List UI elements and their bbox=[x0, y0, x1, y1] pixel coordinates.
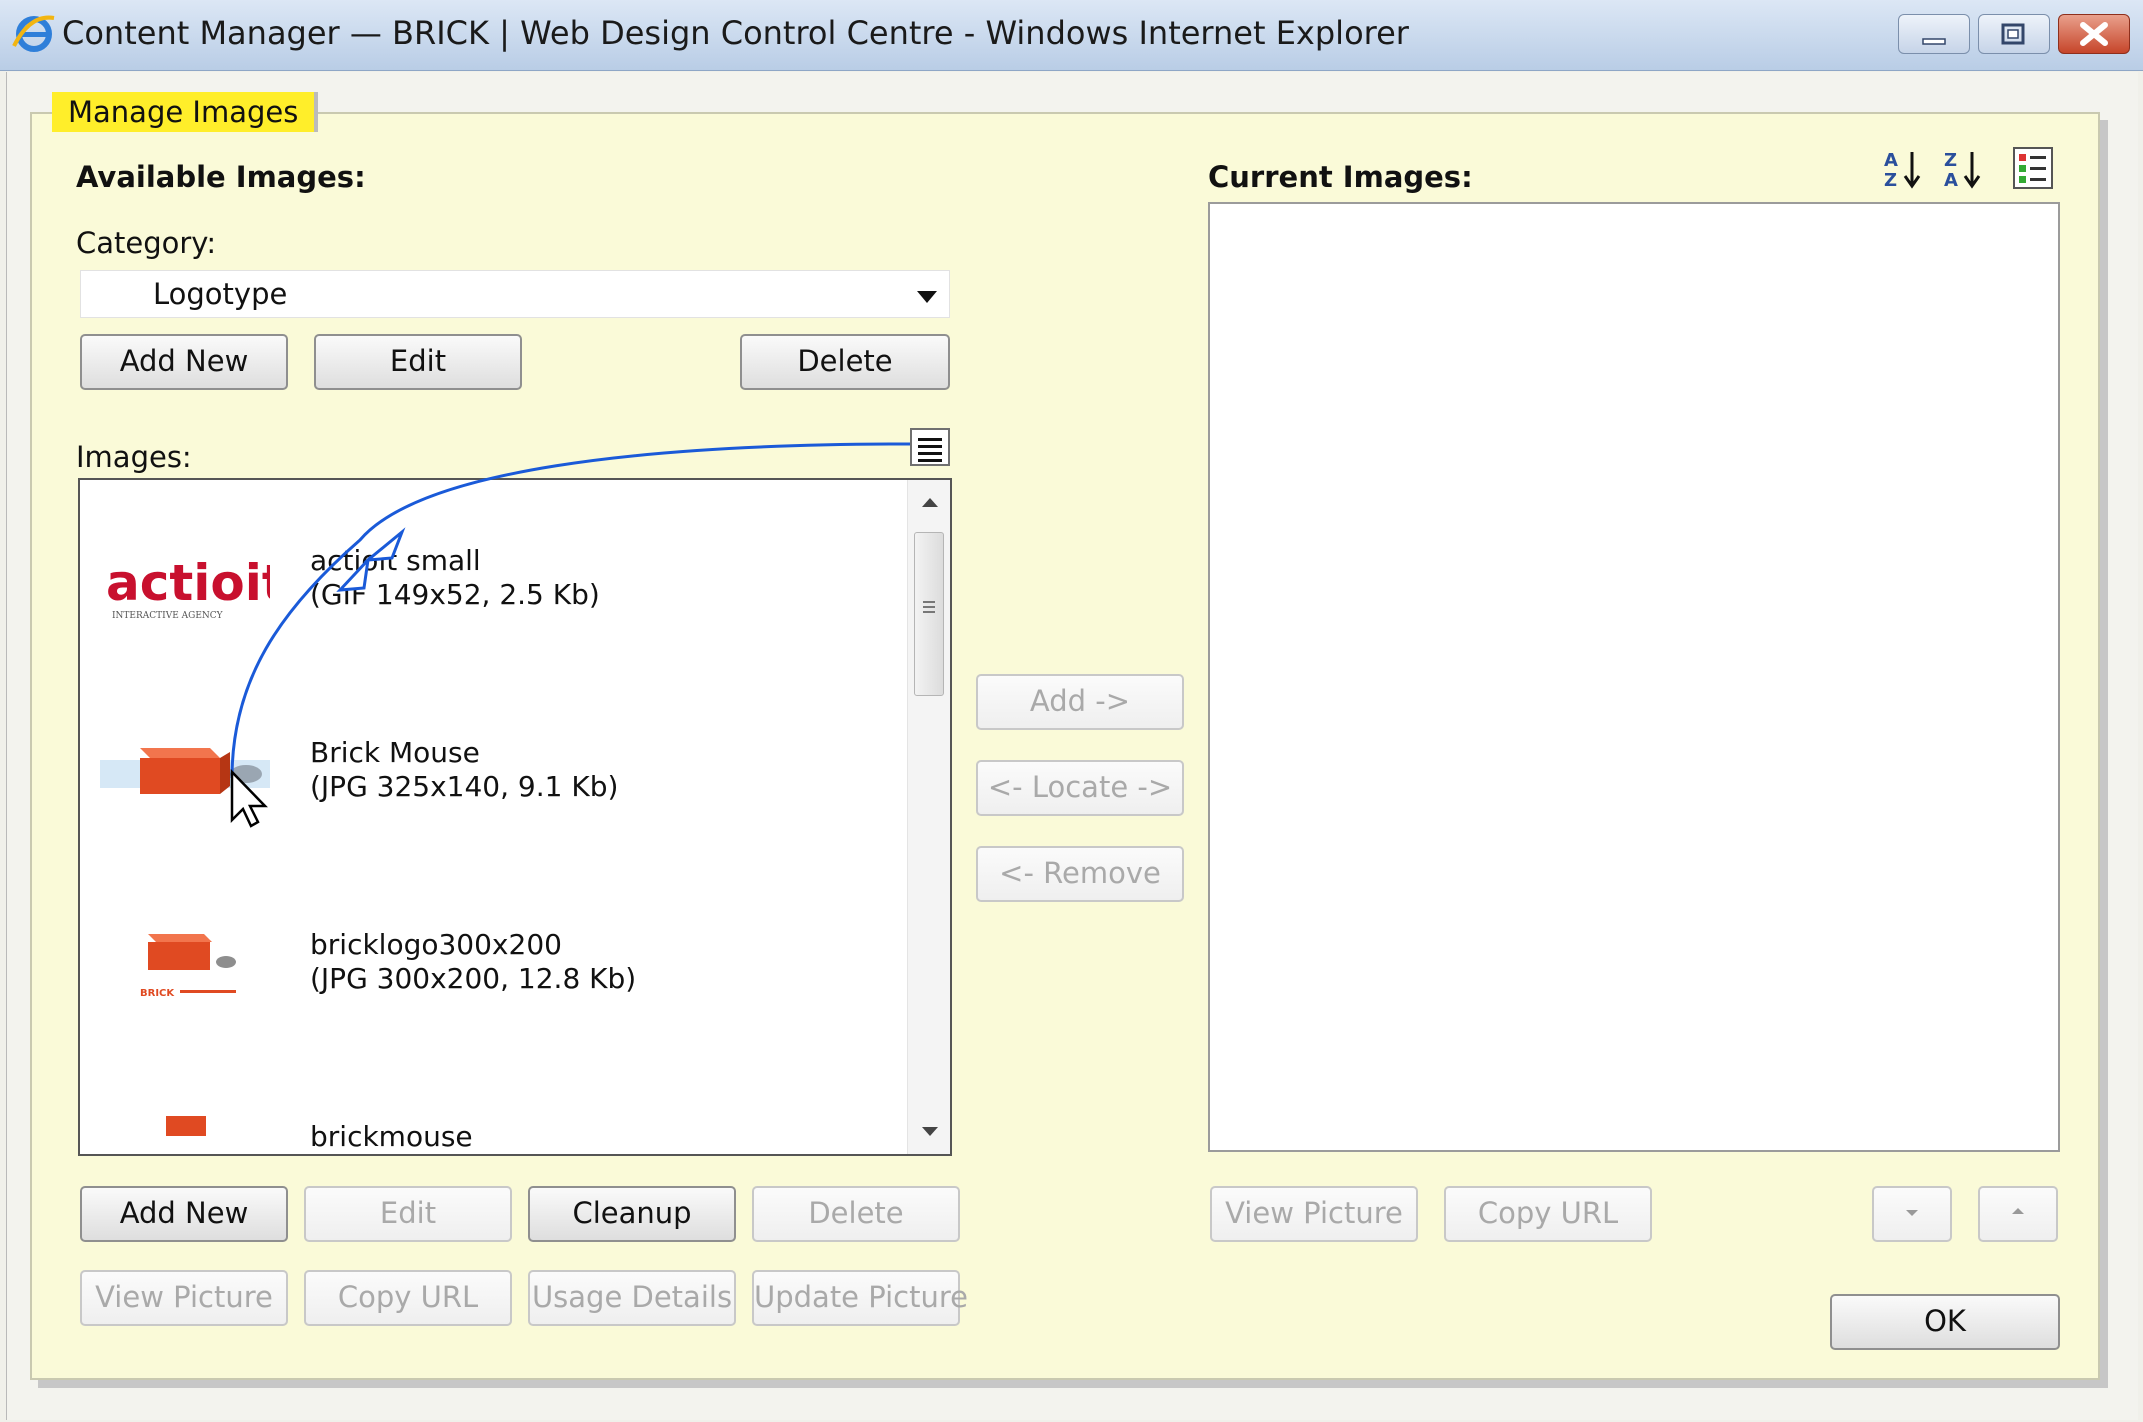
current-view-picture-button[interactable]: View Picture bbox=[1210, 1186, 1418, 1242]
actioit-logo-thumbnail: actioit INTERACTIVE AGENCY bbox=[106, 554, 270, 621]
image-add-new-button[interactable]: Add New bbox=[80, 1186, 288, 1242]
copy-url-button[interactable]: Copy URL bbox=[304, 1270, 512, 1326]
arrow-up-icon bbox=[2012, 1208, 2024, 1214]
images-label: Images: bbox=[76, 440, 192, 474]
close-button[interactable] bbox=[2058, 14, 2130, 54]
window-title: Content Manager — BRICK | Web Design Con… bbox=[62, 14, 1409, 52]
image-meta: (GIF 149x52, 2.5 Kb) bbox=[310, 578, 600, 611]
image-meta: (JPG 300x200, 12.8 Kb) bbox=[310, 962, 637, 995]
image-meta: (JPG 325x140, 9.1 Kb) bbox=[310, 770, 619, 803]
title-bar: Content Manager — BRICK | Web Design Con… bbox=[0, 0, 2143, 71]
sort-ascending-icon[interactable]: A Z bbox=[1880, 146, 1924, 192]
usage-details-button[interactable]: Usage Details bbox=[528, 1270, 736, 1326]
svg-text:Z: Z bbox=[1884, 170, 1897, 191]
brick-mouse-thumbnail bbox=[100, 748, 270, 794]
svg-text:A: A bbox=[1884, 150, 1898, 171]
move-down-button[interactable] bbox=[1872, 1186, 1952, 1242]
image-name: bricklogo300x200 bbox=[310, 928, 562, 961]
category-edit-button[interactable]: Edit bbox=[314, 334, 522, 390]
available-images-heading: Available Images: bbox=[76, 160, 366, 194]
current-images-heading: Current Images: bbox=[1208, 160, 1473, 194]
current-images-list[interactable] bbox=[1208, 202, 2060, 1152]
locate-button[interactable]: <- Locate -> bbox=[976, 760, 1184, 816]
bricklogo-thumbnail: BRICK bbox=[140, 934, 236, 999]
move-up-button[interactable] bbox=[1978, 1186, 2058, 1242]
category-select[interactable]: Logotype bbox=[80, 270, 950, 318]
view-picture-button[interactable]: View Picture bbox=[80, 1270, 288, 1326]
scroll-up-arrow-icon[interactable] bbox=[922, 498, 938, 507]
image-edit-button[interactable]: Edit bbox=[304, 1186, 512, 1242]
restore-button[interactable] bbox=[1978, 14, 2050, 54]
close-icon bbox=[2080, 22, 2108, 46]
list-item[interactable]: brickmouse bbox=[80, 1116, 900, 1154]
svg-text:Z: Z bbox=[1944, 150, 1957, 171]
image-name: brickmouse bbox=[310, 1120, 473, 1153]
minimize-button[interactable] bbox=[1898, 14, 1970, 54]
category-label: Category: bbox=[76, 226, 217, 260]
actioit-logo-subtext: INTERACTIVE AGENCY bbox=[112, 611, 224, 621]
list-item[interactable]: BRICK bricklogo300x200 (JPG 300x200, 12.… bbox=[80, 928, 900, 1078]
brick-logo-text: BRICK bbox=[140, 988, 175, 999]
ok-button[interactable]: OK bbox=[1830, 1294, 2060, 1350]
tab-manage-images[interactable]: Manage Images bbox=[52, 92, 319, 132]
details-view-icon[interactable] bbox=[2012, 146, 2056, 192]
category-add-new-button[interactable]: Add New bbox=[80, 334, 288, 390]
restore-icon bbox=[2001, 23, 2025, 45]
current-copy-url-button[interactable]: Copy URL bbox=[1444, 1186, 1652, 1242]
arrow-down-icon bbox=[1906, 1210, 1918, 1216]
chevron-down-icon[interactable] bbox=[917, 291, 937, 303]
svg-text:A: A bbox=[1944, 170, 1958, 191]
list-view-icon[interactable] bbox=[910, 428, 950, 466]
grip-icon bbox=[923, 601, 935, 603]
images-list[interactable]: actioit INTERACTIVE AGENCY actioit small… bbox=[78, 478, 952, 1156]
image-name: Brick Mouse bbox=[310, 736, 480, 769]
image-name: actioit small bbox=[310, 544, 481, 577]
scroll-down-arrow-icon[interactable] bbox=[922, 1127, 938, 1136]
category-delete-button[interactable]: Delete bbox=[740, 334, 950, 390]
minimize-icon bbox=[1922, 38, 1946, 45]
update-picture-button[interactable]: Update Picture bbox=[752, 1270, 968, 1326]
internet-explorer-icon bbox=[12, 15, 55, 52]
image-delete-button[interactable]: Delete bbox=[752, 1186, 960, 1242]
remove-button[interactable]: <- Remove bbox=[976, 846, 1184, 902]
brickmouse-thumbnail bbox=[166, 1116, 206, 1136]
list-item[interactable]: actioit INTERACTIVE AGENCY actioit small… bbox=[80, 544, 900, 694]
scrollbar-thumb[interactable] bbox=[914, 532, 944, 696]
sort-descending-icon[interactable]: Z A bbox=[1940, 146, 1984, 192]
vertical-scrollbar[interactable] bbox=[907, 480, 950, 1154]
actioit-logo-text: actioit bbox=[106, 554, 270, 612]
category-value: Logotype bbox=[153, 277, 288, 311]
cleanup-button[interactable]: Cleanup bbox=[528, 1186, 736, 1242]
list-item[interactable]: Brick Mouse (JPG 325x140, 9.1 Kb) bbox=[80, 736, 900, 886]
add-to-current-button[interactable]: Add -> bbox=[976, 674, 1184, 730]
